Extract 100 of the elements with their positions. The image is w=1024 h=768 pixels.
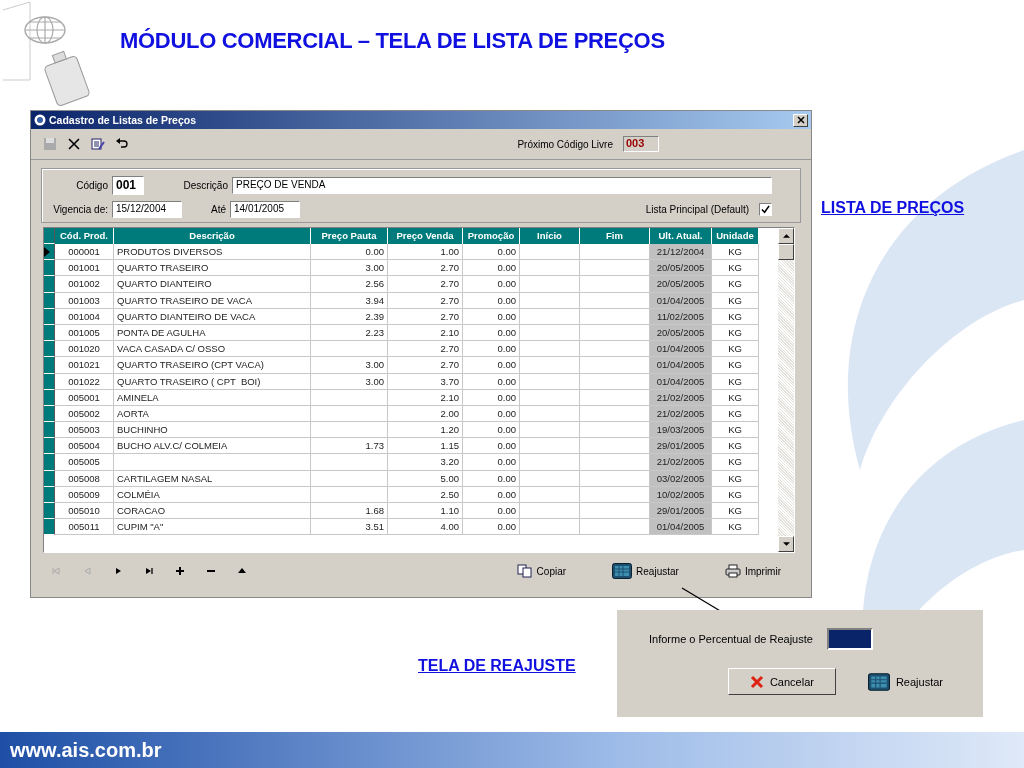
table-cell: VACA CASADA C/ OSSO [114,341,311,358]
table-cell: 21/12/2004 [650,244,712,261]
table-cell [520,373,580,390]
add-icon[interactable] [175,566,185,576]
delete-icon[interactable] [67,137,81,151]
table-cell: 0.00 [463,341,520,358]
table-cell: COLMÉIA [114,486,311,503]
table-cell [520,454,580,471]
table-cell [520,389,580,406]
table-cell: 1.00 [388,244,463,261]
scroll-up-icon[interactable] [782,234,790,238]
table-cell: QUARTO DIANTEIRO DE VACA [114,308,311,325]
table-cell: 0.00 [463,519,520,536]
column-header[interactable]: Preço Pauta [311,228,388,244]
row-indicator[interactable] [44,244,55,261]
table-cell: 005004 [55,438,114,455]
column-header[interactable]: Descrição [114,228,311,244]
table-cell: 2.23 [311,324,388,342]
row-indicator[interactable] [44,292,55,309]
table-cell: KG [712,454,759,471]
next-record-icon[interactable] [113,566,123,576]
row-indicator[interactable] [44,389,55,406]
table-cell: 001021 [55,357,114,374]
table-cell: 2.10 [388,324,463,342]
table-cell: 01/04/2005 [650,357,712,374]
annotation-link[interactable]: LISTA DE PREÇOS [821,199,965,217]
last-record-icon[interactable] [144,566,154,576]
row-indicator[interactable] [44,470,55,487]
field-label: Descrição [182,180,228,191]
annotation-link[interactable]: TELA DE REAJUSTE [418,657,576,675]
table-cell: 0.00 [463,470,520,487]
next-code-field: 003 [623,136,659,152]
table-cell: 21/02/2005 [650,454,712,471]
table-cell: BUCHO ALV.C/ COLMEIA [114,438,311,455]
table-cell: QUARTO DIANTEIRO [114,276,311,293]
row-indicator[interactable] [44,324,55,342]
calculator-icon [612,563,633,579]
copy-button[interactable]: Copiar [516,564,567,578]
row-indicator[interactable] [44,519,55,536]
column-header[interactable]: Cód. Prod. [55,228,114,244]
row-indicator[interactable] [44,422,55,439]
table-cell: KG [712,438,759,455]
table-cell [520,486,580,503]
row-indicator[interactable] [44,503,55,520]
print-button[interactable]: Imprimir [724,564,781,578]
edit-icon[interactable] [91,137,105,151]
adjust-button[interactable]: Reajustar [612,563,679,579]
column-header[interactable]: Ult. Atual. [650,228,712,244]
table-cell: 005009 [55,486,114,503]
table-cell: 2.70 [388,357,463,374]
table-cell: KG [712,276,759,293]
row-indicator[interactable] [44,405,55,423]
close-button[interactable] [793,113,808,127]
row-indicator[interactable] [44,260,55,277]
row-indicator[interactable] [44,454,55,471]
cancel-button[interactable]: Cancelar [727,668,836,695]
scroll-down-icon[interactable] [782,542,790,546]
percent-field[interactable] [826,628,873,650]
description-field[interactable]: PREÇO DE VENDA [232,177,772,194]
date-field[interactable]: 15/12/2004 [112,201,182,218]
column-header[interactable]: Unidade [712,228,759,244]
move-up-icon[interactable] [237,566,247,576]
column-header[interactable]: Início [520,228,580,244]
table-cell: 2.00 [388,405,463,423]
row-indicator[interactable] [44,486,55,503]
scroll-thumb[interactable] [778,244,794,260]
table-cell: KG [712,422,759,439]
table-cell: 3.00 [311,357,388,374]
table-cell: 005001 [55,389,114,406]
table-cell: KG [712,341,759,358]
column-header[interactable]: Preço Venda [388,228,463,244]
checkbox[interactable] [759,203,772,216]
adjust-button[interactable]: Reajustar [857,668,953,695]
code-field[interactable]: 001 [112,176,144,195]
table-cell: 005008 [55,470,114,487]
table-cell: 005005 [55,454,114,471]
row-indicator[interactable] [44,341,55,358]
row-indicator[interactable] [44,276,55,293]
table-cell: 1.15 [388,438,463,455]
table-cell: PONTA DE AGULHA [114,324,311,342]
row-indicator[interactable] [44,308,55,325]
close-icon [796,116,805,124]
date-field[interactable]: 14/01/2005 [230,201,300,218]
undo-icon[interactable] [115,137,129,151]
app-icon [34,114,46,126]
table-cell: 001022 [55,373,114,390]
vertical-scrollbar[interactable] [778,228,794,552]
row-indicator[interactable] [44,357,55,374]
table-cell: 01/04/2005 [650,519,712,536]
row-indicator[interactable] [44,438,55,455]
table-cell: 0.00 [463,324,520,342]
column-header[interactable]: Promoção [463,228,520,244]
column-header[interactable]: Fim [580,228,650,244]
table-cell: 0.00 [463,405,520,423]
field-label: Até [210,204,226,215]
row-indicator[interactable] [44,373,55,390]
table-cell: 001004 [55,308,114,325]
prompt-label: Informe o Percentual de Reajuste [649,633,813,645]
table-cell: 001005 [55,324,114,342]
table-cell: 2.70 [388,292,463,309]
